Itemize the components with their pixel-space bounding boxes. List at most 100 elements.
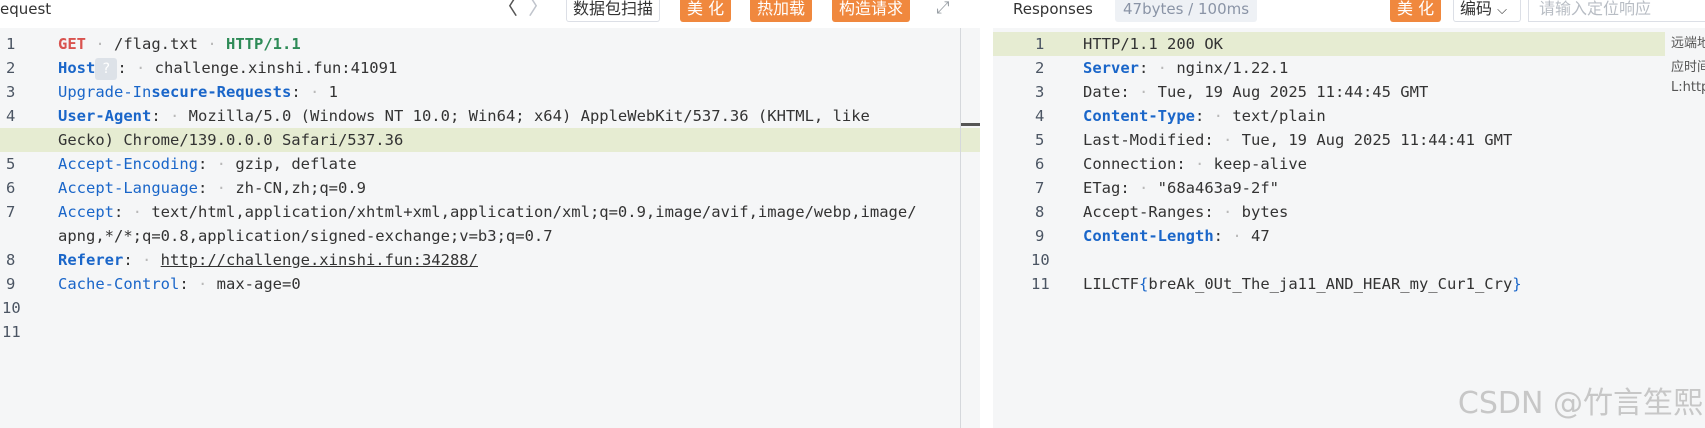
nav-forward-icon[interactable]: 〉: [528, 0, 550, 19]
header-value: Mozilla/5.0 (Windows NT 10.0; Win64; x64…: [188, 107, 870, 125]
request-scrollbar[interactable]: [960, 28, 980, 428]
flag-prefix: LILCTF: [1083, 275, 1139, 293]
locate-response-input[interactable]: 请输入定位响应: [1528, 0, 1705, 22]
line-number: 8: [1035, 203, 1045, 221]
request-line-10: 10: [0, 296, 980, 320]
response-line-6: 6 Connection: · keep-alive: [993, 152, 1705, 176]
nav-back-icon[interactable]: 〈: [496, 0, 518, 19]
request-line-2: 2 Host?: · challenge.xinshi.fun:41091: [0, 56, 980, 80]
header-value-cont: apng,*/*;q=0.8,application/signed-exchan…: [58, 227, 553, 245]
header-value: text/plain: [1232, 107, 1326, 125]
header-key: secure-Requests: [151, 83, 292, 101]
side-note-time: 应时间: [1671, 60, 1705, 75]
request-header: equest 〈 〉 数据包扫描 美 化 热加载 构造请求 ⤢: [0, 0, 980, 28]
hot-load-button[interactable]: 热加载: [750, 0, 813, 22]
response-line-10: 10: [993, 248, 1705, 272]
request-line-6: 6 Accept-Language: · zh-CN,zh;q=0.9: [0, 176, 980, 200]
encoding-select[interactable]: 编码 ⌵: [1453, 0, 1521, 22]
line-number: 5: [6, 155, 16, 173]
request-protocol: HTTP/1.1: [226, 35, 301, 53]
response-pane: Responses 47bytes / 100ms 美 化 编码 ⌵ 请输入定位…: [993, 0, 1705, 428]
request-pane: equest 〈 〉 数据包扫描 美 化 热加载 构造请求 ⤢ 1 GET · …: [0, 0, 980, 428]
header-key: Host: [58, 59, 96, 77]
response-line-8: 8 Accept-Ranges: · bytes: [993, 200, 1705, 224]
line-number: 2: [6, 59, 16, 77]
status-line: HTTP/1.1 200 OK: [1083, 35, 1223, 53]
scrollbar-thumb[interactable]: [961, 123, 980, 126]
header-value: 1: [328, 83, 338, 101]
header-key: Accept-Ranges: [1083, 203, 1205, 221]
response-line-11: 11 LILCTF{breAk_0Ut_The_ja11_AND_HEAR_my…: [993, 272, 1705, 296]
flag-close-brace: }: [1512, 275, 1522, 293]
header-key: Accept-Encoding: [58, 155, 198, 173]
header-value: challenge.xinshi.fun:41091: [154, 59, 398, 77]
side-note-remote: 远端地: [1671, 36, 1705, 51]
header-value: nginx/1.22.1: [1176, 59, 1289, 77]
encoding-label: 编码: [1460, 0, 1493, 18]
line-number: 2: [1035, 59, 1045, 77]
request-line-1: 1 GET · /flag.txt · HTTP/1.1: [0, 32, 980, 56]
build-request-button[interactable]: 构造请求: [832, 0, 911, 22]
header-key: Upgrade-In: [58, 83, 152, 101]
response-editor[interactable]: 1 HTTP/1.1 200 OK 2 Server: · nginx/1.22…: [993, 28, 1705, 428]
header-value: zh-CN,zh;q=0.9: [235, 179, 366, 197]
line-number: 4: [6, 107, 16, 125]
response-line-3: 3 Date: · Tue, 19 Aug 2025 11:44:45 GMT: [993, 80, 1705, 104]
line-number: 6: [1035, 155, 1045, 173]
line-number: 7: [6, 203, 16, 221]
header-value-cont: Gecko) Chrome/139.0.0.0 Safari/537.36: [58, 131, 404, 149]
request-line-9: 9 Cache-Control: · max-age=0: [0, 272, 980, 296]
request-line-7: 7 Accept: · text/html,application/xhtml+…: [0, 200, 980, 224]
flag-open-brace: {: [1139, 275, 1149, 293]
header-value: "68a463a9-2f": [1157, 179, 1279, 197]
line-number: 8: [6, 251, 16, 269]
response-line-9: 9 Content-Length: · 47: [993, 224, 1705, 248]
response-beautify-button[interactable]: 美 化: [1390, 0, 1442, 22]
header-value: gzip, deflate: [235, 155, 357, 173]
line-number: 9: [6, 275, 16, 293]
request-line-4-cont: Gecko) Chrome/139.0.0.0 Safari/537.36: [0, 128, 980, 152]
response-title: Responses: [1013, 0, 1093, 18]
response-line-2: 2 Server: · nginx/1.22.1: [993, 56, 1705, 80]
pane-divider[interactable]: [980, 0, 993, 428]
response-line-5: 5 Last-Modified: · Tue, 19 Aug 2025 11:4…: [993, 128, 1705, 152]
header-key: User-Agent: [58, 107, 152, 125]
header-value: text/html,application/xhtml+xml,applicat…: [151, 203, 917, 221]
watermark: CSDN @竹言笙熙: [1457, 386, 1703, 421]
request-line-11: 11: [0, 320, 980, 344]
header-key: Accept-Language: [58, 179, 198, 197]
line-number: 9: [1035, 227, 1045, 245]
request-line-4: 4 User-Agent: · Mozilla/5.0 (Windows NT …: [0, 104, 980, 128]
header-key: ETag: [1083, 179, 1121, 197]
header-key: Content-Type: [1083, 107, 1195, 125]
line-number: 5: [1035, 131, 1045, 149]
response-line-4: 4 Content-Type: · text/plain: [993, 104, 1705, 128]
line-number: 3: [1035, 83, 1045, 101]
header-key: Connection: [1083, 155, 1177, 173]
header-value: bytes: [1241, 203, 1289, 221]
chevron-down-icon: ⌵: [1497, 3, 1507, 18]
line-number: 11: [1031, 275, 1050, 293]
request-editor[interactable]: 1 GET · /flag.txt · HTTP/1.1 2 Host?: · …: [0, 28, 980, 428]
expand-icon[interactable]: ⤢: [936, 0, 950, 18]
flag-content: breAk_0Ut_The_ja11_AND_HEAR_my_Cur1_Cry: [1148, 275, 1513, 293]
request-title: equest: [0, 0, 52, 18]
referer-link[interactable]: http://challenge.xinshi.fun:34288/: [161, 251, 478, 269]
request-beautify-button[interactable]: 美 化: [680, 0, 732, 22]
line-number: 10: [2, 299, 21, 317]
response-line-1: 1 HTTP/1.1 200 OK: [993, 32, 1665, 56]
help-icon[interactable]: ?: [95, 57, 118, 80]
header-key: Referer: [58, 251, 124, 269]
request-path: /flag.txt: [114, 35, 198, 53]
request-line-5: 5 Accept-Encoding: · gzip, deflate: [0, 152, 980, 176]
line-number: 4: [1035, 107, 1045, 125]
request-line-3: 3 Upgrade-Insecure-Requests: · 1: [0, 80, 980, 104]
line-number: 1: [6, 35, 16, 53]
header-key: Accept: [58, 203, 114, 221]
line-number: 6: [6, 179, 16, 197]
line-number: 7: [1035, 179, 1045, 197]
request-line-8: 8 Referer: · http://challenge.xinshi.fun…: [0, 248, 980, 272]
packet-scan-button[interactable]: 数据包扫描: [566, 0, 661, 22]
request-line-7-cont: apng,*/*;q=0.8,application/signed-exchan…: [0, 224, 980, 248]
header-key: Content-Length: [1083, 227, 1214, 245]
